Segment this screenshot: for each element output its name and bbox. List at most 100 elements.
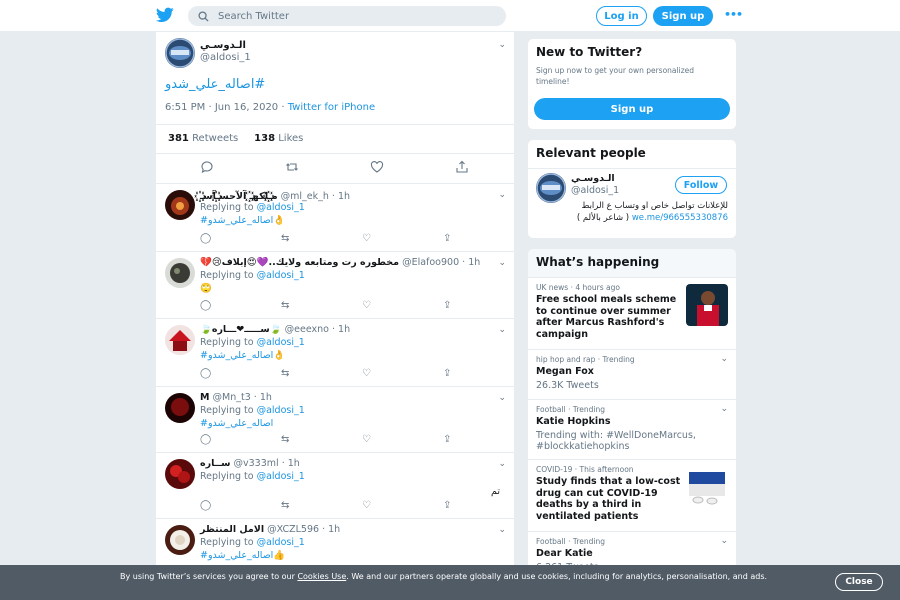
reply-author-name[interactable]: مـ꙰لكهـ꙰ آلآحسـ꙰آسـ꙰ [200,191,278,202]
chevron-down-icon[interactable]: ⌄ [498,525,506,535]
trend-item[interactable]: COVID-19 · This afternoon Study finds th… [528,459,736,531]
reply-text[interactable]: #اصاله_علي_شدو [200,418,500,429]
reply-time[interactable]: 1h [468,257,480,268]
reply-icon[interactable]: ◯ [200,300,214,314]
reply-text[interactable]: 🙄 [200,283,500,294]
avatar[interactable] [165,38,195,68]
tweet-source-link[interactable]: Twitter for iPhone [288,102,375,113]
trend-item[interactable]: Football · Trending ⌄ Katie Hopkins Tren… [528,399,736,459]
chevron-down-icon[interactable]: ⌄ [720,404,728,414]
author-handle[interactable]: @aldosi_1 [200,52,251,63]
author-name[interactable]: الـدوسـي [200,40,246,51]
reply-time[interactable]: 1h [328,524,340,535]
sidebar-signup-button[interactable]: Sign up [534,98,730,120]
avatar[interactable] [536,173,566,203]
trend-item[interactable]: hip hop and rap · Trending ⌄ Megan Fox 2… [528,349,736,399]
share-icon[interactable]: ⇪ [443,500,457,514]
reply-text[interactable]: تم [200,486,500,497]
reply-icon[interactable]: ◯ [200,368,214,382]
follow-button[interactable]: Follow [675,176,727,194]
reply-time[interactable]: 1h [288,458,300,469]
retweet-icon[interactable]: ⇆ [281,233,295,247]
reply-author-handle[interactable]: @v333ml [234,458,279,469]
cookie-close-button[interactable]: Close [835,573,883,591]
reply-author-name[interactable]: 🍃ســـــ❤ـــاره🍃 [200,324,282,335]
reply-text[interactable]: #اصاله_علي_شدو👌 [200,350,500,361]
more-options-icon[interactable]: ••• [724,8,743,21]
reply-text[interactable]: #اصاله_علي_شدو👍 [200,550,500,561]
avatar[interactable] [165,525,195,555]
avatar[interactable] [165,393,195,423]
chevron-down-icon[interactable]: ⌄ [498,325,506,335]
retweet-icon[interactable]: ⇆ [281,300,295,314]
bio-link[interactable]: we.me/966555330876 [632,213,728,223]
reply-icon[interactable]: ◯ [200,233,214,247]
avatar[interactable] [165,459,195,489]
like-icon[interactable]: ♡ [362,368,376,382]
retweet-icon[interactable]: ⇆ [281,500,295,514]
like-icon[interactable] [370,160,384,174]
like-icon[interactable]: ♡ [362,233,376,247]
reply-author-handle[interactable]: @eeexno [285,324,329,335]
reply-icon[interactable] [200,160,214,174]
reply-author-handle[interactable]: @Elafoo900 [402,257,459,268]
replying-to-link[interactable]: @aldosi_1 [257,537,305,548]
share-icon[interactable] [455,160,469,174]
like-icon[interactable]: ♡ [362,300,376,314]
reply-time[interactable]: 1h [338,191,350,202]
chevron-down-icon[interactable]: ⌄ [498,459,506,469]
avatar[interactable] [165,325,195,355]
relevant-person-handle[interactable]: @aldosi_1 [571,185,619,196]
retweets-stat[interactable]: 381 Retweets [168,133,238,144]
share-icon[interactable]: ⇪ [443,368,457,382]
chevron-down-icon[interactable]: ⌄ [498,393,506,403]
chevron-down-icon[interactable]: ⌄ [720,354,728,364]
avatar[interactable] [165,258,195,288]
chevron-down-icon[interactable]: ⌄ [498,190,506,200]
search-box[interactable] [188,6,506,26]
avatar[interactable] [165,190,195,220]
reply-author-handle[interactable]: @Mn_t3 [213,392,251,403]
relevant-person-name[interactable]: الـدوسـي [571,173,615,184]
reply-tweet[interactable]: مـ꙰لكهـ꙰ آلآحسـ꙰آسـ꙰ @ml_ek_h · 1h ⌄ Rep… [156,184,514,252]
reply-tweet[interactable]: ســاره @v333ml · 1h ⌄ Replying to @aldos… [156,453,514,519]
reply-tweet[interactable]: 🍃ســـــ❤ـــاره🍃 @eeexno · 1h ⌄ Replying … [156,319,514,387]
reply-tweet[interactable]: M @Mn_t3 · 1h ⌄ Replying to @aldosi_1 #ا… [156,387,514,453]
reply-author-name[interactable]: 💔😢مخطوره رت ومتابعه ولايك..💜😍إبلاف [200,257,399,268]
chevron-down-icon[interactable]: ⌄ [498,40,506,50]
reply-author-name[interactable]: M [200,392,209,403]
twitter-logo-icon[interactable] [156,7,174,23]
reply-icon[interactable]: ◯ [200,500,214,514]
replying-to-link[interactable]: @aldosi_1 [257,337,305,348]
replying-to-link[interactable]: @aldosi_1 [257,202,305,213]
replying-to-link[interactable]: @aldosi_1 [257,270,305,281]
reply-time[interactable]: 1h [338,324,350,335]
likes-stat[interactable]: 138 Likes [254,133,303,144]
replying-to-link[interactable]: @aldosi_1 [257,471,305,482]
search-input[interactable] [218,8,498,24]
chevron-down-icon[interactable]: ⌄ [720,536,728,546]
reply-author-name[interactable]: ســاره [200,458,230,469]
replying-to-link[interactable]: @aldosi_1 [257,405,305,416]
reply-text[interactable]: #اصاله_علي_شدو👌 [200,215,500,226]
like-icon[interactable]: ♡ [362,500,376,514]
chevron-down-icon[interactable]: ⌄ [498,258,506,268]
signup-button[interactable]: Sign up [653,6,713,26]
retweet-icon[interactable] [285,160,299,174]
share-icon[interactable]: ⇪ [443,300,457,314]
reply-author-name[interactable]: الامل المنتظر [200,524,264,535]
reply-author-handle[interactable]: @XCZL596 [267,524,319,535]
reply-author-handle[interactable]: @ml_ek_h [281,191,329,202]
reply-icon[interactable]: ◯ [200,434,214,448]
like-icon[interactable]: ♡ [362,434,376,448]
tweet-hashtag[interactable]: #اصاله_علي_شدو [165,77,265,92]
login-button[interactable]: Log in [596,6,647,26]
reply-time[interactable]: 1h [260,392,272,403]
tweet-timestamp[interactable]: 6:51 PM · Jun 16, 2020 [165,102,278,113]
trend-item[interactable]: UK news · 4 hours ago Free school meals … [528,277,736,349]
retweet-icon[interactable]: ⇆ [281,368,295,382]
reply-tweet[interactable]: 💔😢مخطوره رت ومتابعه ولايك..💜😍إبلاف @Elaf… [156,252,514,319]
share-icon[interactable]: ⇪ [443,233,457,247]
share-icon[interactable]: ⇪ [443,434,457,448]
cookies-use-link[interactable]: Cookies Use [297,572,346,581]
